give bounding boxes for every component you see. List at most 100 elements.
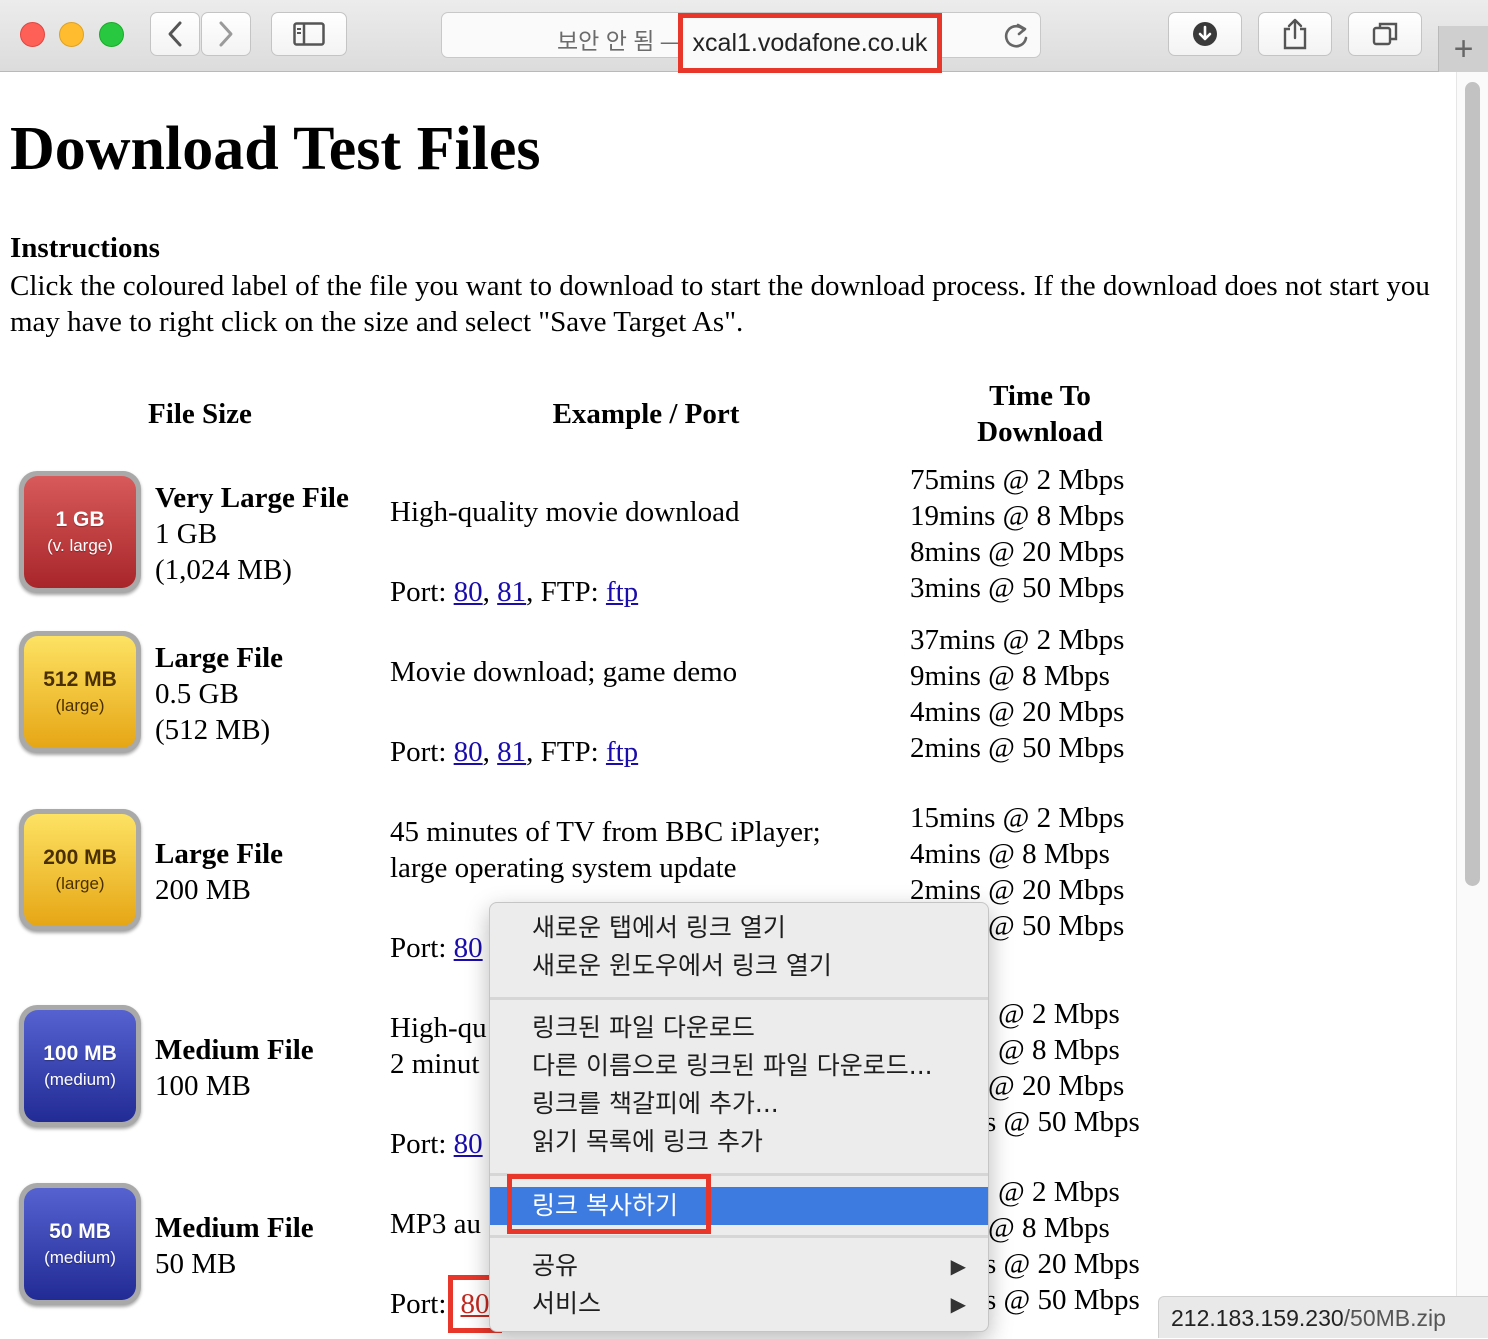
- port-label: Port:: [390, 1128, 447, 1160]
- time-20mbps: 8mins @ 20 Mbps: [910, 536, 1125, 568]
- time-8mbps: 9mins @ 8 Mbps: [910, 660, 1110, 692]
- badge-tag: (large): [55, 696, 105, 715]
- ftp-link[interactable]: ftp: [606, 736, 638, 768]
- port-80-link[interactable]: 80: [454, 736, 483, 768]
- file-badge-50mb[interactable]: 50 MB (medium): [19, 1183, 141, 1305]
- file-size-detail: (1,024 MB): [155, 554, 292, 586]
- tabs-icon: [1372, 22, 1398, 46]
- port-label: Port:: [390, 736, 447, 768]
- badge-size: 200 MB: [43, 846, 117, 869]
- status-host: 212.183.159.230: [1171, 1305, 1344, 1331]
- file-badge-512mb[interactable]: 512 MB (large): [19, 631, 141, 753]
- menu-separator: [490, 1235, 988, 1238]
- file-size-cell: Medium File 50 MB: [155, 1210, 314, 1282]
- menu-services[interactable]: 서비스 ▶: [490, 1285, 988, 1323]
- file-name: Large File: [155, 642, 284, 674]
- minimize-window-button[interactable]: [59, 22, 84, 47]
- copy-link-highlight: [507, 1174, 711, 1234]
- port-label: Port:: [390, 576, 447, 608]
- file-size-cell: Very Large File 1 GB (1,024 MB): [155, 480, 349, 588]
- file-size-detail: (512 MB): [155, 714, 271, 746]
- time-20mbps: s @ 20 Mbps: [985, 1248, 1140, 1280]
- close-window-button[interactable]: [20, 22, 45, 47]
- page-title: Download Test Files: [10, 115, 541, 183]
- file-name: Medium File: [155, 1034, 314, 1066]
- share-button[interactable]: [1258, 12, 1332, 56]
- badge-size: 512 MB: [43, 668, 117, 691]
- forward-button[interactable]: [201, 12, 251, 56]
- port-80-link[interactable]: 80: [454, 932, 483, 964]
- file-size-cell: Medium File 100 MB: [155, 1032, 314, 1104]
- port-80-link[interactable]: 80: [454, 1128, 483, 1160]
- time-50mbps: 2mins @ 50 Mbps: [910, 732, 1125, 764]
- download-icon: [1193, 22, 1217, 46]
- example-line-1: High-qu: [390, 1012, 487, 1044]
- time-2mbps: @ 2 Mbps: [998, 1176, 1120, 1208]
- menu-open-link-new-tab[interactable]: 새로운 탭에서 링크 열기: [490, 909, 988, 947]
- download-times: 15mins @ 2 Mbps 4mins @ 8 Mbps 2mins @ 2…: [910, 800, 1124, 908]
- file-size: 0.5 GB: [155, 678, 239, 710]
- port-80-link[interactable]: 80: [461, 1288, 490, 1321]
- time-8mbps: 4mins @ 8 Mbps: [910, 838, 1110, 870]
- instructions-heading: Instructions: [10, 232, 160, 264]
- time-20mbps: 4mins @ 20 Mbps: [910, 696, 1125, 728]
- time-2mbps: 15mins @ 2 Mbps: [910, 802, 1125, 834]
- badge-face: 200 MB (large): [24, 814, 136, 926]
- address-bar[interactable]: 보안 안 됨 — xcal1.vodafone.co.uk: [441, 12, 1041, 73]
- port-line: Port: 80: [390, 930, 483, 966]
- new-tab-button[interactable]: +: [1438, 26, 1488, 72]
- port-80-link[interactable]: 80: [454, 576, 483, 608]
- sidebar-button[interactable]: [271, 12, 347, 56]
- badge-face: 1 GB (v. large): [24, 476, 136, 588]
- file-size: 50 MB: [155, 1248, 237, 1280]
- tabs-overview-button[interactable]: [1348, 12, 1422, 56]
- time-8mbps: 19mins @ 8 Mbps: [910, 500, 1125, 532]
- menu-services-label: 서비스: [532, 1289, 602, 1318]
- back-button[interactable]: [150, 12, 200, 56]
- time-20mbps: @ 20 Mbps: [988, 1070, 1125, 1102]
- time-8mbps: @ 8 Mbps: [998, 1034, 1120, 1066]
- port-81-link[interactable]: 81: [497, 576, 526, 608]
- file-name: Very Large File: [155, 482, 349, 514]
- example-line-2: large operating system update: [390, 852, 737, 884]
- port-line: Port: 80, 81, FTP: ftp: [390, 734, 638, 770]
- header-time-to-download: Time To Download: [930, 378, 1150, 450]
- menu-download-linked-file[interactable]: 링크된 파일 다운로드: [490, 1009, 988, 1047]
- menu-share-label: 공유: [532, 1251, 579, 1280]
- menu-add-link-bookmark[interactable]: 링크를 책갈피에 추가...: [490, 1085, 988, 1123]
- badge-face: 50 MB (medium): [24, 1188, 136, 1300]
- file-badge-200mb[interactable]: 200 MB (large): [19, 809, 141, 931]
- chevron-left-icon: [168, 21, 182, 47]
- badge-face: 512 MB (large): [24, 636, 136, 748]
- example-line-2: 2 minut: [390, 1048, 480, 1080]
- time-50mbps: s @ 50 Mbps: [985, 1106, 1140, 1138]
- example-line-1: 45 minutes of TV from BBC iPlayer;: [390, 816, 821, 848]
- separator: ,: [482, 576, 490, 608]
- menu-open-link-new-window[interactable]: 새로운 윈도우에서 링크 열기: [490, 947, 988, 985]
- separator: ,: [482, 736, 490, 768]
- time-2mbps: 75mins @ 2 Mbps: [910, 464, 1125, 496]
- reload-icon[interactable]: [1002, 21, 1030, 56]
- download-times: 75mins @ 2 Mbps 19mins @ 8 Mbps 8mins @ …: [910, 462, 1124, 606]
- port-81-link[interactable]: 81: [497, 736, 526, 768]
- zoom-window-button[interactable]: [99, 22, 124, 47]
- scrollbar-thumb[interactable]: [1465, 82, 1480, 886]
- time-50mbps: s @ 50 Mbps: [985, 1284, 1140, 1316]
- file-badge-1gb[interactable]: 1 GB (v. large): [19, 471, 141, 593]
- header-time-line1: Time To: [989, 380, 1091, 412]
- download-times: 37mins @ 2 Mbps 9mins @ 8 Mbps 4mins @ 2…: [910, 622, 1124, 766]
- downloads-button[interactable]: [1168, 12, 1242, 56]
- menu-download-linked-file-as[interactable]: 다른 이름으로 링크된 파일 다운로드...: [490, 1047, 988, 1085]
- status-path: /50MB.zip: [1343, 1305, 1446, 1331]
- time-2mbps: 37mins @ 2 Mbps: [910, 624, 1125, 656]
- example-text: High-quality movie download: [390, 496, 740, 528]
- file-badge-100mb[interactable]: 100 MB (medium): [19, 1005, 141, 1127]
- badge-tag: (large): [55, 874, 105, 893]
- menu-add-link-reading-list[interactable]: 읽기 목록에 링크 추가: [490, 1123, 988, 1161]
- menu-separator: [490, 997, 988, 1000]
- example-text: Movie download; game demo: [390, 656, 738, 688]
- file-name: Large File: [155, 838, 284, 870]
- ftp-link[interactable]: ftp: [606, 576, 638, 608]
- address-host[interactable]: xcal1.vodafone.co.uk: [693, 29, 928, 58]
- menu-share[interactable]: 공유 ▶: [490, 1247, 988, 1285]
